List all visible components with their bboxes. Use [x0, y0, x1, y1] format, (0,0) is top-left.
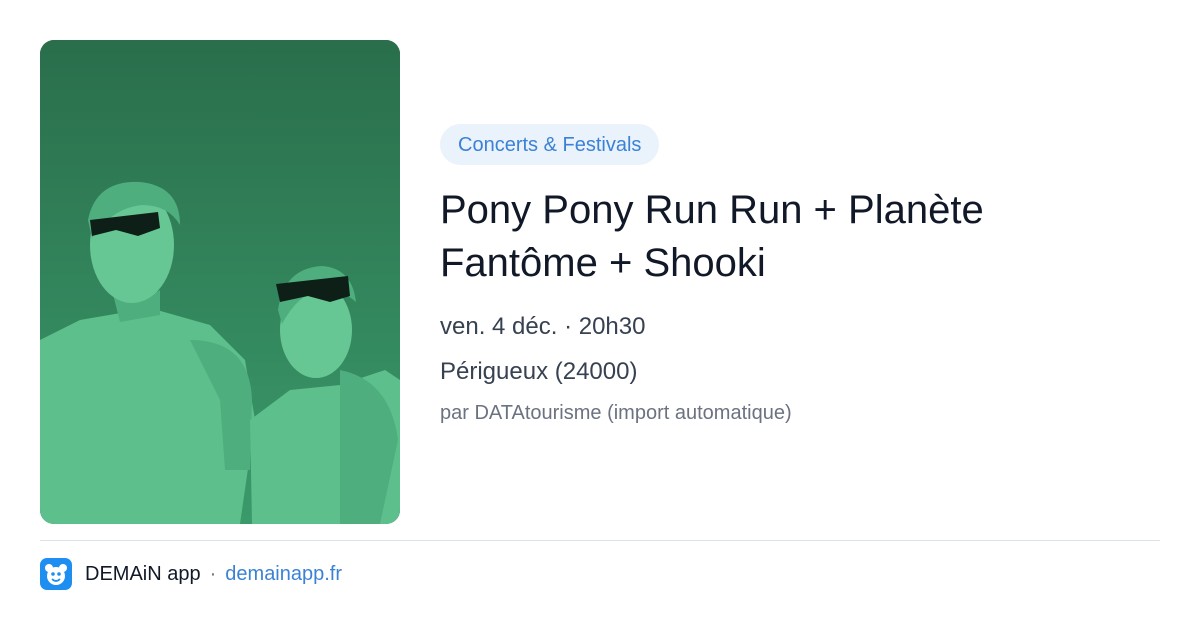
- share-card: Concerts & Festivals Pony Pony Run Run +…: [0, 0, 1200, 630]
- event-location: Périgueux (24000): [440, 358, 638, 385]
- footer-separator: ·: [209, 562, 217, 585]
- app-name: DEMAiN app: [85, 562, 201, 585]
- event-title: Pony Pony Run Run + Planète Fantôme + Sh…: [440, 188, 984, 285]
- footer-divider: [40, 540, 1160, 541]
- band-photo-icon: [40, 40, 400, 524]
- category-badge[interactable]: Concerts & Festivals: [440, 124, 660, 165]
- event-datetime: ven. 4 déc. · 20h30: [440, 313, 646, 340]
- event-image[interactable]: [40, 40, 400, 524]
- event-source: par DATAtourisme (import automatique): [440, 402, 792, 424]
- footer: DEMAiN app · demainapp.fr: [40, 558, 342, 590]
- demain-app-logo-icon[interactable]: [40, 558, 72, 590]
- app-domain-link[interactable]: demainapp.fr: [225, 563, 342, 586]
